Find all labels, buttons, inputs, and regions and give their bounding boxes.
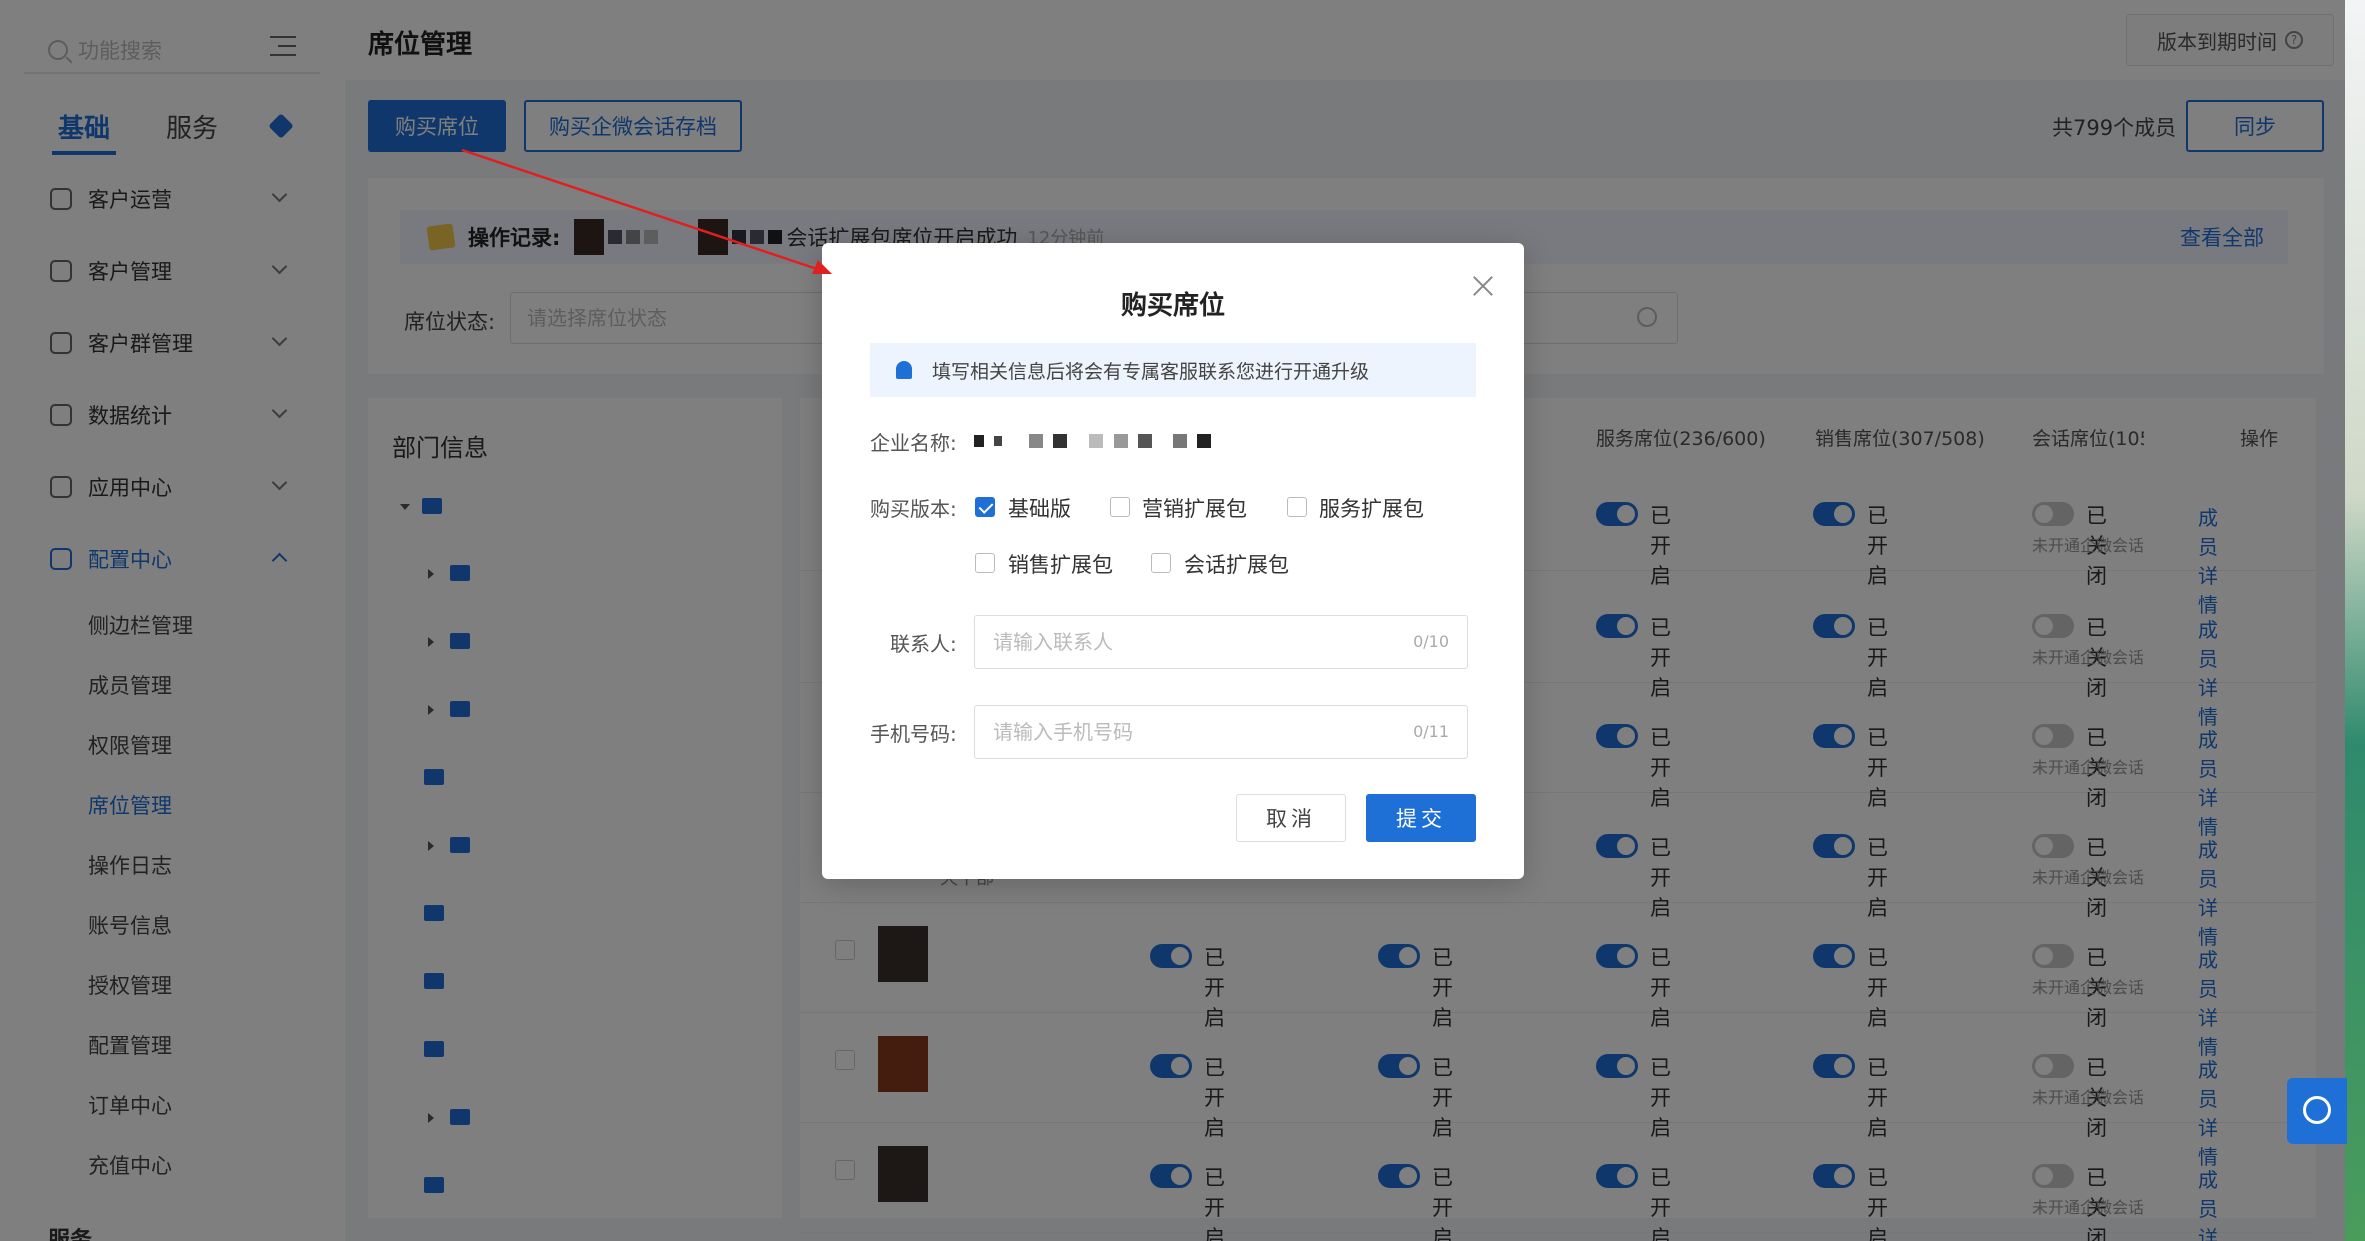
contact-label: 联系人: [890,632,957,656]
contact-count: 0/10 [1413,632,1449,651]
phone-field[interactable]: 0/11 [974,705,1468,759]
option-service-checkbox[interactable] [1287,497,1307,517]
option-sales-checkbox[interactable] [975,553,995,573]
modal-notice: 填写相关信息后将会有专属客服联系您进行开通升级 [870,343,1476,397]
option-marketing-checkbox[interactable] [1110,497,1130,517]
bell-icon [896,361,912,379]
option-basic-label[interactable]: 基础版 [1008,493,1071,523]
notice-text: 填写相关信息后将会有专属客服联系您进行开通升级 [932,360,1370,383]
option-service-label[interactable]: 服务扩展包 [1319,493,1424,523]
cancel-button[interactable]: 取消 [1236,794,1346,842]
option-basic-checkbox[interactable] [975,497,995,517]
phone-label: 手机号码: [870,722,957,746]
desktop-edge [2345,0,2365,1241]
option-session-checkbox[interactable] [1151,553,1171,573]
version-label: 购买版本: [870,497,957,521]
modal-title: 购买席位 [1120,291,1225,321]
phone-count: 0/11 [1413,722,1449,741]
buy-seat-modal: 购买席位 填写相关信息后将会有专属客服联系您进行开通升级 企业名称: 购买版本:… [822,243,1524,879]
option-sales-label[interactable]: 销售扩展包 [1008,549,1113,579]
option-session-label[interactable]: 会话扩展包 [1184,549,1289,579]
customer-support-button[interactable] [2287,1078,2347,1144]
company-label: 企业名称: [870,431,957,455]
headset-icon [2303,1096,2331,1124]
contact-field[interactable]: 0/10 [974,615,1468,669]
close-icon[interactable] [1472,275,1494,297]
option-marketing-label[interactable]: 营销扩展包 [1142,493,1247,523]
submit-button[interactable]: 提交 [1366,794,1476,842]
company-name-blurred [974,427,1215,455]
phone-input[interactable] [975,706,1395,758]
contact-input[interactable] [975,616,1395,668]
